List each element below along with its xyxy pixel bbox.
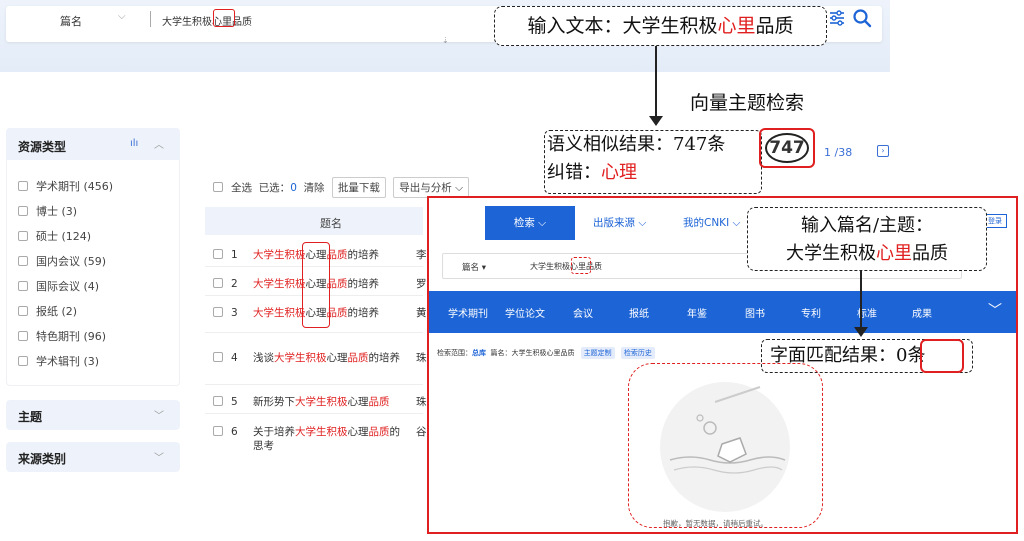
chevron-down-icon: ﹀ <box>154 453 164 464</box>
sidebar-item-newspaper[interactable]: 报纸 (2) <box>18 303 77 319</box>
chevron-down-icon: ﹀ <box>154 411 164 422</box>
select-all-label[interactable]: 全选 <box>231 182 252 194</box>
batch-download-button[interactable]: 批量下载 <box>331 177 386 198</box>
checkbox[interactable] <box>18 331 28 341</box>
search-history-tag[interactable]: 检索历史 <box>620 347 655 359</box>
results-toolbar: 全选 已选：0 清除 批量下载 导出与分析 ⌵ <box>213 177 470 198</box>
search-field-label[interactable]: 篇名 <box>60 13 82 29</box>
chevron-up-icon[interactable]: ︿ <box>154 136 164 151</box>
connector-line <box>655 46 657 118</box>
sidebar-item-special[interactable]: 特色期刊 (96) <box>18 328 106 344</box>
clear-button[interactable]: 清除 <box>304 182 325 194</box>
sidebar-item-intl-conf[interactable]: 国际会议 (4) <box>18 278 99 294</box>
checkbox[interactable] <box>18 356 28 366</box>
sidebar-item-phd[interactable]: 博士 (3) <box>18 203 77 219</box>
chevron-down-icon[interactable]: ⌵ <box>118 11 126 22</box>
arrow-down-icon <box>854 327 868 337</box>
empty-state-text: 抱歉，暂无数据，请稍后重试。 <box>663 519 768 528</box>
table-header <box>205 207 423 235</box>
tab-conference[interactable]: 会议 <box>573 305 593 320</box>
search-icon[interactable] <box>852 8 872 28</box>
tab-thesis[interactable]: 学位论文 <box>505 305 545 320</box>
checkbox[interactable] <box>18 206 28 216</box>
zero-highlight-box <box>920 339 964 373</box>
pager-text: 1 /38 <box>824 146 853 159</box>
row-divider <box>205 384 423 385</box>
vector-search-label: 向量主题检索 <box>690 92 805 114</box>
filter-settings-icon[interactable] <box>828 9 846 27</box>
export-analysis-button[interactable]: 导出与分析 ⌵ <box>393 177 470 198</box>
typo-highlight-box <box>213 9 235 27</box>
tab-achievement[interactable]: 成果 <box>912 305 932 320</box>
chevron-down-icon[interactable]: ﹀ <box>988 300 1002 320</box>
sidebar-item-master[interactable]: 硕士 (124) <box>18 228 91 244</box>
sidebar-section-source[interactable]: 来源类别 ﹀ <box>6 442 180 472</box>
next-page-icon[interactable]: › <box>877 145 889 157</box>
table-row[interactable]: 1 大学生积极心理品质的培养李 <box>213 247 427 262</box>
table-row[interactable]: 6 关于培养大学生积极心理品质的谷 <box>213 424 427 439</box>
tab-newspaper[interactable]: 报纸 <box>629 305 649 320</box>
callout-semantic-results: 语义相似结果：747条 纠错：心理 <box>544 130 762 194</box>
checkbox[interactable] <box>18 256 28 266</box>
bar-chart-icon[interactable]: ılı <box>130 138 138 149</box>
column-title: 题名 <box>320 217 342 230</box>
search-scope: 检索范围：总库 篇名：大学生积极心里品质 主题定制 检索历史 <box>437 347 655 359</box>
callout-input-text: 输入文本：大学生积极心里品质 <box>494 6 827 46</box>
sidebar-item-journal[interactable]: 学术期刊 (456) <box>18 178 113 194</box>
table-row[interactable]: 4 浅谈大学生积极心理品质的培养珠 <box>213 350 427 365</box>
sidebar-item-domestic-conf[interactable]: 国内会议 (59) <box>18 253 106 269</box>
empty-box-icon <box>669 386 786 474</box>
sidebar-section-topic[interactable]: 主题 ﹀ <box>6 400 180 430</box>
nav-mycnki[interactable]: 我的CNKI ⌵ <box>683 206 740 240</box>
arrow-down-icon <box>649 116 663 126</box>
checkbox[interactable] <box>18 281 28 291</box>
tab-journal[interactable]: 学术期刊 <box>448 305 488 320</box>
overlay-field-select[interactable]: 篇名 ▾ <box>462 261 486 273</box>
expand-arrow-icon[interactable]: ⇣ <box>442 36 449 45</box>
typo-highlight-box <box>571 257 591 274</box>
tab-yearbook[interactable]: 年鉴 <box>687 305 707 320</box>
search-input[interactable]: 大学生积极心里品质 <box>162 13 252 28</box>
sidebar-item-collection[interactable]: 学术辑刊 (3) <box>18 353 99 369</box>
row-divider <box>205 332 423 333</box>
nav-search[interactable]: 检索 ⌵ <box>485 206 575 240</box>
tab-patent[interactable]: 专利 <box>801 305 821 320</box>
search-divider <box>150 11 151 27</box>
row-continuation: 思考 <box>253 440 274 452</box>
empty-state-illustration <box>660 382 790 512</box>
table-row[interactable]: 2 大学生积极心理品质的培养罗 <box>213 276 427 291</box>
select-all-checkbox[interactable] <box>213 182 223 192</box>
overlay-search-input[interactable]: 大学生积极心里品质 <box>530 261 602 272</box>
theme-custom-tag[interactable]: 主题定制 <box>580 347 615 359</box>
tab-book[interactable]: 图书 <box>745 305 765 320</box>
nav-source[interactable]: 出版来源 ⌵ <box>593 206 646 240</box>
table-row[interactable]: 3 大学生积极心理品质的培养黄 <box>213 305 427 320</box>
checkbox[interactable] <box>18 306 28 316</box>
result-count: 747 <box>765 133 809 163</box>
checkbox[interactable] <box>18 231 28 241</box>
row-divider <box>205 413 423 414</box>
callout-title-input: 输入篇名/主题： 大学生积极心里品质 <box>747 207 987 271</box>
checkbox[interactable] <box>18 181 28 191</box>
connector-line <box>860 271 862 329</box>
table-row[interactable]: 5 新形势下大学生积极心理品质珠 <box>213 394 427 409</box>
resource-type-title: 资源类型 <box>18 140 67 154</box>
corrected-term-highlight <box>302 242 330 328</box>
